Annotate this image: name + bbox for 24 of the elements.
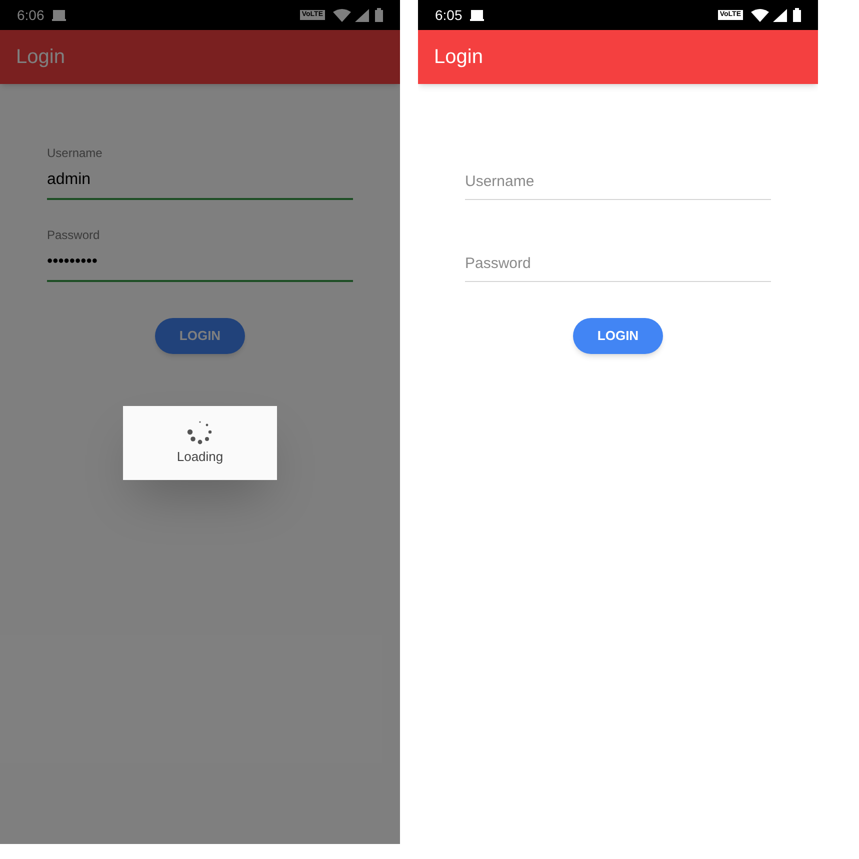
login-button[interactable]: LOGIN <box>573 318 663 354</box>
app-bar-title: Login <box>16 45 65 70</box>
text-field[interactable]: Password <box>465 222 771 282</box>
field-label: Username <box>47 145 104 162</box>
field-value: admin <box>47 170 92 190</box>
spinner-icon <box>187 419 213 446</box>
field-value: ••••••••• <box>47 252 98 272</box>
field-placeholder: Password <box>465 254 532 274</box>
wifi-icon <box>333 8 351 22</box>
login-button[interactable]: LOGIN <box>155 318 245 354</box>
status-time: 6:06 <box>17 6 44 24</box>
text-field[interactable]: Username <box>465 140 771 200</box>
wifi-icon <box>751 8 769 22</box>
battery-icon <box>793 8 801 22</box>
signal-icon <box>355 8 369 22</box>
field-placeholder: Username <box>465 172 536 192</box>
battery-icon <box>375 8 383 22</box>
text-field[interactable]: Password ••••••••• <box>47 222 353 282</box>
loading-text: Loading <box>176 448 224 466</box>
status-time: 6:05 <box>435 6 462 24</box>
app-bar-title: Login <box>434 45 483 70</box>
signal-icon <box>773 8 787 22</box>
field-label: Password <box>47 227 101 244</box>
text-field[interactable]: Username admin <box>47 140 353 200</box>
